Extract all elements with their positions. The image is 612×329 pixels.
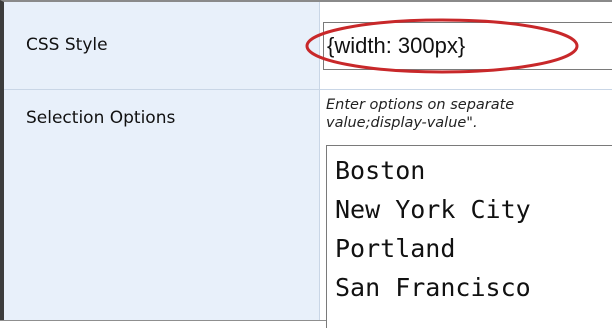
option-line: New York City: [335, 195, 531, 224]
hint-line: value;display-value".: [326, 115, 478, 131]
selection-options-label: Selection Options: [26, 108, 176, 128]
hint-line: Enter options on separate: [326, 97, 515, 113]
css-style-label: CSS Style: [26, 35, 108, 55]
option-line: San Francisco: [335, 273, 531, 302]
option-line: Boston: [335, 156, 426, 185]
column-divider: [319, 2, 320, 320]
css-style-input[interactable]: [323, 22, 612, 70]
selection-options-hint: Enter options on separate value;display-…: [326, 96, 612, 140]
selection-options-textarea[interactable]: Boston New York City Portland San Franci…: [326, 145, 612, 328]
option-line: Portland: [335, 234, 456, 263]
row-divider: [4, 89, 612, 90]
